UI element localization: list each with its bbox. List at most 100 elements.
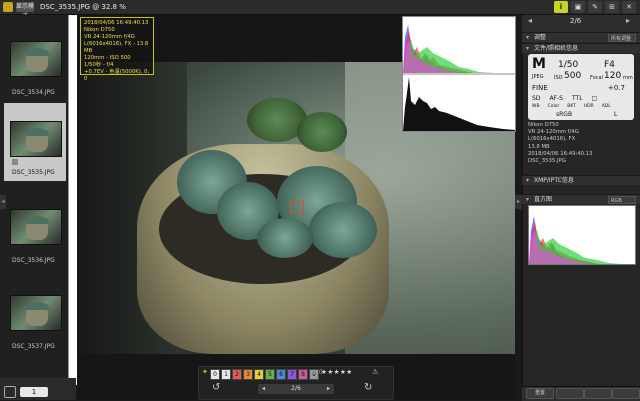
section-title: 调整 — [534, 34, 547, 41]
next-image-icon[interactable]: ▸ — [327, 384, 330, 394]
focal-value: 120 — [604, 71, 622, 81]
label-6[interactable]: 6 — [276, 369, 286, 380]
lcd-label: Color — [547, 104, 560, 109]
focal-unit: mm — [623, 75, 633, 81]
shooting-info-overlay: 2018/04/06 16:49:40.13 Nikon D750 VR 24-… — [80, 17, 154, 82]
meta-line: VR 24-120mm f/4G — [528, 129, 579, 136]
exposure-comp: +0.7 — [608, 84, 625, 92]
histogram-overlay — [402, 16, 516, 132]
close-view-button[interactable]: ✕ — [622, 1, 636, 13]
section-file-info[interactable]: 文件/照相机信息 — [522, 43, 640, 54]
info-line: Nikon D750 — [84, 27, 115, 33]
iso-label: ISO — [554, 75, 563, 81]
rotate-right-icon[interactable]: ↻ — [364, 382, 372, 393]
thumbnail-label: DSC_3536.JPG — [12, 257, 55, 264]
lcd-label: HDR — [583, 104, 594, 109]
info-line: 2018/04/06 16:49:40.13 — [84, 20, 149, 26]
window-title: DSC_3535.JPG @ 32.8 % — [40, 3, 126, 11]
flash-mode: L — [614, 111, 618, 118]
thumbnail-image — [10, 209, 62, 245]
label-2[interactable]: 2 — [232, 369, 242, 380]
filmstrip-thumb[interactable]: DSC_3534.JPG — [4, 23, 66, 101]
lcd-icon: SD — [532, 95, 541, 102]
collapse-right-icon[interactable]: ▸ — [515, 195, 522, 209]
top-toolbar: i ▣ ✎ ⊞ ✕ — [554, 1, 636, 13]
collapse-left-icon[interactable]: ◂ — [0, 195, 6, 209]
rotate-left-icon[interactable]: ↺ — [212, 382, 220, 393]
info-line: 1/50秒 - f/4 — [84, 62, 114, 68]
panel-next-icon[interactable]: ▸ — [626, 16, 630, 25]
thumbnail-label: DSC_3535.JPG — [12, 169, 55, 176]
focus-point-marker — [290, 201, 304, 213]
shutter-speed: 1/50 — [558, 60, 579, 70]
label-5[interactable]: 5 — [265, 369, 275, 380]
app-logo-icon — [3, 2, 13, 12]
single-view-button[interactable]: ▣ — [571, 1, 585, 13]
color-space: sRGB — [556, 111, 573, 118]
quality-fine: FINE — [532, 84, 548, 92]
info-line: 120mm - ISO 500 — [84, 55, 131, 61]
filmstrip-thumb[interactable]: DSC_3536.JPG — [4, 191, 66, 269]
grid-view-button[interactable]: ⊞ — [605, 1, 619, 13]
lcd-icon: TTL — [571, 95, 583, 102]
aperture: F4 — [604, 60, 615, 70]
star-rating[interactable]: ★★★★★ — [321, 368, 353, 376]
section-xmp[interactable]: XMP/IPTC信息 — [522, 175, 640, 186]
meta-line: L(6016x4016), FX — [528, 136, 576, 143]
label-7[interactable]: 7 — [287, 369, 297, 380]
panel-prev-icon[interactable]: ◂ — [528, 16, 532, 25]
lcd-label: WB — [532, 104, 540, 109]
panel-histogram — [528, 205, 636, 265]
lcd-label: ADL — [601, 104, 611, 109]
section-histogram[interactable]: 直方图 RGB — [522, 194, 640, 205]
footer-button[interactable] — [612, 388, 640, 399]
file-metadata: Nikon D750 VR 24-120mm f/4G L(6016x4016)… — [528, 122, 592, 165]
filmstrip-scrollbar[interactable] — [68, 15, 77, 385]
label-4[interactable]: 4 — [254, 369, 264, 380]
edit-button[interactable]: ✎ — [588, 1, 602, 13]
home-icon[interactable] — [4, 386, 16, 398]
section-adjust[interactable]: 调整 所有调整 — [522, 32, 640, 43]
view-mode-button[interactable]: 显示模式 — [16, 2, 34, 20]
filmstrip-thumb-selected[interactable]: DSC_3535.JPG — [4, 103, 66, 181]
color-label-bar: 0 1 2 3 4 5 6 7 8 9 — [210, 369, 319, 380]
thumbnail-label: DSC_3534.JPG — [12, 89, 55, 96]
prev-image-icon[interactable]: ◂ — [262, 384, 265, 394]
adjust-dropdown[interactable]: 所有调整 — [608, 34, 636, 42]
histogram-graph — [403, 25, 515, 131]
info-line: VR 24-120mm f/4G — [84, 34, 135, 40]
panel-image-counter: 2/6 — [570, 17, 582, 25]
jpeg-label: JPEG — [532, 74, 544, 80]
filmstrip-page-indicator[interactable]: 1 — [20, 387, 48, 397]
iso-value: 500 — [564, 71, 582, 81]
section-title: XMP/IPTC信息 — [534, 177, 574, 184]
lcd-label: BKT — [567, 104, 576, 109]
filmstrip-thumb[interactable]: DSC_3537.JPG — [4, 277, 66, 355]
label-3[interactable]: 3 — [243, 369, 253, 380]
label-0[interactable]: 0 — [210, 369, 220, 380]
camera-lcd-panel: M 1/50 F4 JPEG ISO 500 Focal 120 mm FINE… — [528, 54, 634, 120]
label-marker-icon — [12, 159, 18, 165]
meta-line: Nikon D750 — [528, 122, 559, 128]
histogram-channel-dropdown[interactable]: RGB — [608, 196, 636, 204]
meta-line: 2018/04/06 16:49:40.13 — [528, 150, 593, 157]
reset-button[interactable]: 重置 — [526, 388, 554, 399]
thumbnail-image — [10, 121, 62, 157]
lcd-icon: □ — [591, 95, 598, 102]
footer-button[interactable] — [584, 388, 612, 399]
warning-icon[interactable]: ⚠ — [372, 368, 378, 376]
pin-icon[interactable]: ✦ — [202, 368, 208, 376]
footer-button[interactable] — [556, 388, 584, 399]
exposure-mode: M — [532, 56, 546, 72]
label-1[interactable]: 1 — [221, 369, 231, 380]
section-title: 直方图 — [534, 196, 553, 203]
label-8[interactable]: 8 — [298, 369, 308, 380]
info-line: L(6016x4016), FX - 13.8 MB — [84, 41, 149, 54]
image-navigator[interactable]: ◂ 2/6 ▸ — [258, 384, 334, 394]
info-line: +0.7EV - 色温(5000K), 0, 0 — [84, 69, 150, 82]
thumbnail-label: DSC_3537.JPG — [12, 343, 55, 350]
thumbnail-image — [10, 295, 62, 331]
image-counter: 2/6 — [291, 385, 301, 392]
info-toggle-button[interactable]: i — [554, 1, 568, 13]
meta-line: 13.8 MB — [528, 143, 550, 150]
